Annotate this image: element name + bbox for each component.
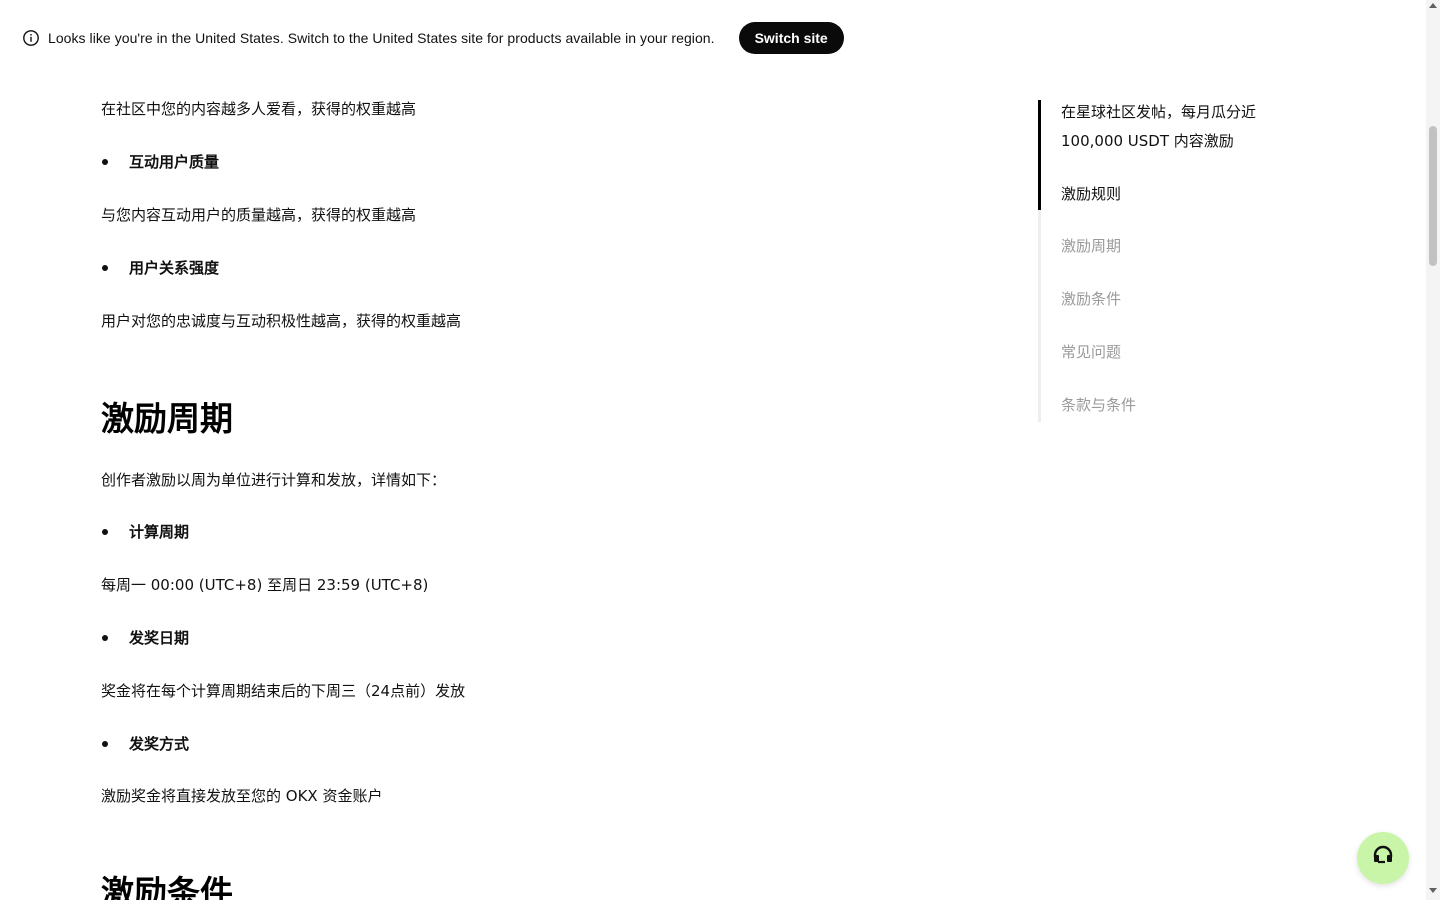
toc-item-title-line1[interactable]: 在星球社区发帖，每月瓜分近 [1061,98,1256,127]
toc-item-cycle[interactable]: 激励周期 [1061,232,1121,261]
switch-site-button[interactable]: Switch site [738,22,844,54]
bullet-dot [102,635,108,641]
bullet-label: 用户关系强度 [129,259,220,277]
bullet-dot [102,741,108,747]
toc-item-terms[interactable]: 条款与条件 [1061,391,1136,420]
bullet-label: 发奖方式 [129,735,190,753]
bullet-dot [102,529,108,535]
heading-conditions: 激励条件 [101,873,233,900]
paragraph-user-quality: 与您内容互动用户的质量越高，获得的权重越高 [101,206,417,224]
toc-item-faq[interactable]: 常见问题 [1061,338,1121,367]
paragraph-popular-content: 在社区中您的内容越多人爱看，获得的权重越高 [101,100,417,118]
bullet-dot [102,159,108,165]
toc-active-indicator [1038,100,1041,210]
customer-support-button[interactable] [1357,832,1409,884]
paragraph-cycle-intro: 创作者激励以周为单位进行计算和发放，详情如下： [101,471,447,489]
banner-message: Looks like you're in the United States. … [48,30,715,46]
paragraph-award-date: 奖金将在每个计算周期结束后的下周三（24点前）发放 [101,682,466,700]
bullet-label: 发奖日期 [129,629,190,647]
scrollbar-thumb[interactable] [1429,126,1437,266]
paragraph-award-method: 激励奖金将直接发放至您的 OKX 资金账户 [101,787,383,805]
headset-icon [1372,845,1394,871]
paragraph-relationship: 用户对您的忠诚度与互动积极性越高，获得的权重越高 [101,312,462,330]
toc-item-conditions[interactable]: 激励条件 [1061,285,1121,314]
scroll-down-arrow-icon[interactable] [1429,888,1437,893]
bullet-label: 计算周期 [129,523,190,541]
paragraph-calc-period: 每周一 00:00 (UTC+8) 至周日 23:59 (UTC+8) [101,576,429,594]
toc-item-rules[interactable]: 激励规则 [1061,180,1121,209]
info-icon [22,29,40,47]
region-banner: Looks like you're in the United States. … [0,0,1426,76]
heading-cycle: 激励周期 [101,399,233,438]
bullet-dot [102,265,108,271]
scroll-up-arrow-icon[interactable] [1429,3,1437,8]
page-scrollbar[interactable] [1426,0,1440,900]
toc-item-title-line2[interactable]: 100,000 USDT 内容激励 [1061,127,1234,156]
bullet-label: 互动用户质量 [129,153,220,171]
